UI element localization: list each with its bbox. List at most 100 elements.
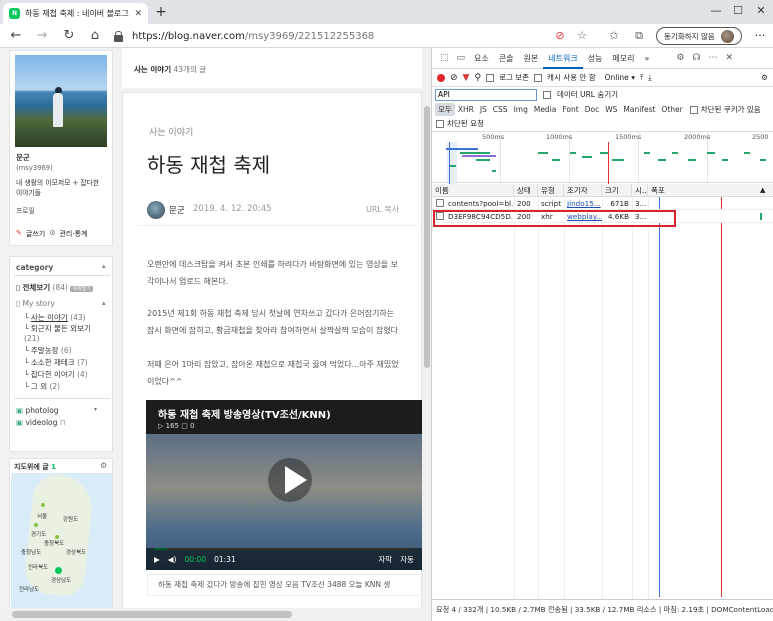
record-icon[interactable] (437, 73, 445, 82)
type-other[interactable]: Other (658, 104, 685, 115)
request-initiator[interactable]: Jindo15... (564, 197, 602, 210)
video-player[interactable]: 하동 재첩 축제 방송영상(TV조선/KNN) ▷ 165 ▢ 0 ▶ ◀) 0… (146, 400, 422, 570)
column-size[interactable]: 크기 (602, 184, 632, 197)
volume-icon[interactable]: ◀) (168, 555, 177, 564)
type-all[interactable]: 모두 (435, 103, 455, 116)
table-row[interactable]: contents?pool=bl... 200 script Jindo15..… (432, 197, 773, 210)
gear-icon[interactable]: ⚙ (672, 48, 688, 69)
collections-icon[interactable]: ⧉ (630, 28, 648, 44)
hide-data-urls-checkbox[interactable] (543, 90, 551, 99)
url-field[interactable]: https://blog.naver.com/msy3969/221512255… (114, 27, 614, 45)
tab-console[interactable]: 콘솔 (494, 48, 519, 69)
blocked-cookies-checkbox[interactable] (689, 105, 698, 114)
category-item-my-story[interactable]: ▯ My story (16, 299, 55, 308)
type-js[interactable]: JS (477, 104, 490, 115)
back-arrow-icon[interactable]: ← (6, 27, 26, 45)
caption-button[interactable]: 자막 (378, 554, 392, 565)
category-item-weekend-farm[interactable]: └ 주말농장 (6) (24, 345, 72, 356)
category-item-etc[interactable]: └ 그 외 (2) (24, 381, 60, 392)
post-list-header-text[interactable]: 사는 이야기 43개의 글 (134, 64, 206, 75)
filter-input[interactable] (435, 88, 537, 101)
column-time[interactable]: 시... (632, 184, 648, 197)
minimize-button[interactable]: — (706, 2, 726, 20)
tab-close-icon[interactable]: ✕ (134, 9, 142, 19)
tracking-prevention-icon[interactable]: ⊘ (551, 28, 569, 44)
download-icon[interactable]: ⤓ (648, 73, 651, 83)
page-horizontal-scrollbar[interactable] (0, 608, 423, 621)
new-tab-button[interactable]: + (153, 4, 169, 20)
videolog-link[interactable]: ▣ videolog ⊓ (16, 418, 66, 427)
network-overview-timeline[interactable]: 500ms 1000ms 1500ms 2000ms 2500 (432, 131, 773, 184)
type-ws[interactable]: WS (602, 104, 620, 115)
feedback-icon[interactable]: ☊ (689, 48, 705, 69)
sort-arrow-icon[interactable]: ▲ (760, 184, 765, 197)
maximize-button[interactable]: ☐ (728, 2, 748, 20)
expand-arrow-icon[interactable]: ▾ (94, 406, 97, 413)
favorite-star-icon[interactable]: ☆ (573, 28, 591, 44)
korea-map[interactable]: 서울 강원도 경기도 충청북도 충청남도 경상북도 전라북도 경상남도 전라남도 (11, 473, 112, 608)
sync-button[interactable]: 동기화하지 않음 (656, 27, 742, 45)
scrollbar-thumb[interactable] (424, 106, 430, 368)
more-icon[interactable]: ⋯ (705, 48, 722, 69)
home-icon[interactable]: ⌂ (85, 27, 105, 45)
close-window-button[interactable]: ✕ (751, 2, 771, 20)
photolog-link[interactable]: ▣ photolog (16, 406, 59, 415)
column-waterfall[interactable]: 폭포 (648, 184, 773, 197)
close-icon[interactable]: ✕ (722, 48, 738, 69)
column-type[interactable]: 유형 (538, 184, 564, 197)
inspect-icon[interactable]: ⬚ (436, 48, 453, 69)
browser-tab[interactable]: N 하동 재첩 축제 : 네이버 블로그 ✕ (3, 3, 148, 24)
post-category[interactable]: 사는 이야기 (149, 125, 193, 138)
tab-performance[interactable]: 성능 (583, 48, 608, 69)
column-status[interactable]: 상태 (514, 184, 538, 197)
type-xhr[interactable]: XHR (455, 104, 477, 115)
gear-icon[interactable]: ⚙ (100, 461, 107, 470)
disable-cache-checkbox[interactable] (534, 73, 543, 82)
device-icon[interactable]: ▭ (453, 48, 470, 69)
clear-icon[interactable]: ⊘ (450, 73, 458, 83)
favorites-list-icon[interactable]: ✩ (605, 28, 623, 44)
tab-elements[interactable]: 요소 (469, 48, 494, 69)
column-initiator[interactable]: 조기자 (564, 184, 602, 197)
tab-network[interactable]: 네트워크 (543, 48, 583, 69)
post-author[interactable]: 문군 (169, 204, 185, 216)
category-item-misc[interactable]: └ 잡다한 이야기 (4) (24, 369, 88, 380)
forward-arrow-icon[interactable]: → (32, 27, 52, 45)
search-icon[interactable]: ⚲ (474, 73, 481, 83)
tab-memory[interactable]: 메모리 (607, 48, 639, 69)
tab-sources[interactable]: 원본 (519, 48, 544, 69)
column-name[interactable]: 이름 (432, 184, 514, 197)
page-scrollbar[interactable] (423, 48, 431, 621)
scrollbar-thumb[interactable] (12, 611, 292, 618)
more-tabs-button[interactable]: » (640, 48, 655, 69)
list-badge[interactable]: 목록열기 (70, 286, 93, 292)
type-doc[interactable]: Doc (582, 104, 603, 115)
throttle-select[interactable]: Online ▾ (605, 73, 635, 82)
type-css[interactable]: CSS (490, 104, 511, 115)
upload-icon[interactable]: ⤒ (640, 73, 643, 83)
type-font[interactable]: Font (559, 104, 581, 115)
category-item-commute[interactable]: └ 퇴근지 물든 외보기 (21) (24, 324, 108, 344)
play-icon[interactable]: ▶ (154, 555, 160, 564)
blocked-requests-checkbox[interactable] (436, 119, 444, 128)
collapse-arrow-icon[interactable]: ▴ (102, 262, 106, 270)
category-item-finance[interactable]: └ 소소한 재테크 (7) (24, 357, 88, 368)
settings-menu-icon[interactable]: ··· (752, 28, 768, 44)
category-item-life-story[interactable]: └ 사는 이야기 (43) (24, 312, 86, 323)
type-manifest[interactable]: Manifest (620, 104, 658, 115)
profile-link[interactable]: 프로필 (16, 205, 35, 215)
collapse-arrow-icon[interactable]: ▴ (102, 299, 106, 307)
map-marker-active[interactable] (55, 567, 62, 574)
preserve-log-checkbox[interactable] (486, 73, 495, 82)
type-media[interactable]: Media (531, 104, 560, 115)
quality-button[interactable]: 자동 (400, 554, 414, 565)
refresh-icon[interactable]: ↻ (59, 27, 79, 45)
url-copy-button[interactable]: URL 복사 (366, 204, 399, 215)
manage-link[interactable]: 관리·통계 (59, 229, 87, 239)
filter-icon[interactable]: ▼ (463, 73, 470, 83)
write-post-link[interactable]: 글쓰기 (26, 229, 45, 239)
type-img[interactable]: Img (511, 104, 531, 115)
gear-icon[interactable]: ⚙ (761, 73, 768, 82)
category-all[interactable]: ▯ 전체보기 (84) 목록열기 (16, 282, 93, 293)
author-avatar[interactable] (147, 201, 165, 219)
